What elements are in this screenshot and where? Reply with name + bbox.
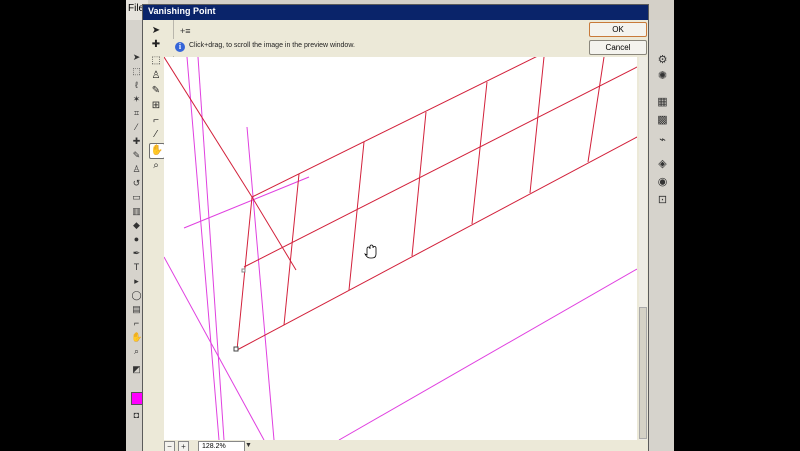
- grid-line: [587, 57, 605, 163]
- perspective-line: [164, 57, 253, 198]
- ok-button[interactable]: OK: [589, 22, 647, 37]
- zoom-icon[interactable]: ⌕: [149, 159, 163, 173]
- notes-icon[interactable]: ▤: [131, 304, 142, 315]
- zoom-icon[interactable]: ⌕: [131, 346, 142, 357]
- stamp-icon[interactable]: ♙: [131, 164, 142, 175]
- preview-canvas[interactable]: [164, 57, 637, 440]
- history-brush-icon[interactable]: ↺: [131, 178, 142, 189]
- plane-edge-node[interactable]: [241, 268, 246, 273]
- marquee-icon[interactable]: ⬚: [149, 54, 163, 68]
- hint-bar: i Click+drag, to scroll the image in the…: [173, 39, 643, 56]
- vertical-scrollbar[interactable]: [639, 57, 647, 440]
- guide-line: [338, 268, 637, 440]
- panel-dock: ⚙ ✺ ▦ ▩ ⌁ ◈ ◉ ⊡: [648, 20, 674, 451]
- plane-top-edge: [251, 57, 537, 198]
- navigator-icon[interactable]: ⚙: [656, 54, 669, 67]
- pen-icon[interactable]: ✒: [131, 248, 142, 259]
- grid-line: [348, 141, 365, 291]
- dodge-icon[interactable]: ●: [131, 234, 142, 245]
- marquee-icon[interactable]: ⬚: [131, 66, 142, 77]
- swap-colors-icon[interactable]: ◩: [131, 364, 142, 375]
- type-icon[interactable]: T: [131, 262, 142, 273]
- hand-icon[interactable]: ✋: [149, 143, 165, 159]
- scroll-thumb[interactable]: [639, 307, 647, 439]
- plane-grid: [164, 57, 637, 351]
- perspective-grid-drawing: [164, 57, 637, 440]
- guide-line: [246, 126, 275, 440]
- stamp-icon[interactable]: ♙: [149, 69, 163, 83]
- plane-left-edge: [236, 196, 253, 351]
- swatches-icon[interactable]: ▦: [656, 96, 669, 109]
- brush-icon[interactable]: ✎: [149, 84, 163, 98]
- zoom-bar: − + 128.2% ▼: [164, 441, 644, 451]
- history-icon[interactable]: ⌁: [656, 134, 669, 147]
- guide-line: [186, 57, 220, 440]
- slice-icon[interactable]: ⁄: [131, 122, 142, 133]
- shape-icon[interactable]: ◯: [131, 290, 142, 301]
- zoom-out-button[interactable]: −: [164, 441, 175, 451]
- eyedropper-icon[interactable]: ⌐: [131, 318, 142, 329]
- dialog-title-bar: Vanishing Point: [143, 5, 648, 20]
- plane-corner-node[interactable]: [233, 346, 239, 352]
- info-icon: i: [175, 42, 185, 52]
- cancel-button[interactable]: Cancel: [589, 40, 647, 55]
- info-icon[interactable]: ✺: [656, 70, 669, 83]
- chevron-down-icon[interactable]: ▼: [244, 441, 253, 450]
- photoshop-window: File ➤ ⬚ ℓ ✶ ⌗ ⁄ ✚ ✎ ♙ ↺ ▭ ▥ ◆ ● ✒ T ▸ ◯…: [126, 0, 674, 451]
- zoom-level-field[interactable]: 128.2%: [198, 441, 245, 451]
- guide-lines: [164, 57, 637, 440]
- eraser-icon[interactable]: ▭: [131, 192, 142, 203]
- lasso-icon[interactable]: ℓ: [131, 80, 142, 91]
- guide-line: [164, 256, 265, 440]
- grid-line: [471, 81, 488, 225]
- guide-line: [183, 176, 310, 229]
- hand-icon[interactable]: ✋: [131, 332, 142, 343]
- gradient-icon[interactable]: ▥: [131, 206, 142, 217]
- transform-icon[interactable]: ⊞: [149, 99, 163, 113]
- layers-icon[interactable]: ◉: [656, 176, 669, 189]
- blur-icon[interactable]: ◆: [131, 220, 142, 231]
- vanishing-point-dialog: Vanishing Point ➤ ✚ ⬚ ♙ ✎ ⊞ ⌐ ⁄ ✋ ⌕ +≡ i…: [142, 4, 649, 451]
- brush-icon[interactable]: ✎: [131, 150, 142, 161]
- zoom-in-button[interactable]: +: [178, 441, 189, 451]
- move-icon[interactable]: ➤: [131, 52, 142, 63]
- dialog-title: Vanishing Point: [148, 6, 216, 16]
- edit-plane-icon[interactable]: ➤: [149, 24, 163, 38]
- crop-icon[interactable]: ⌗: [131, 108, 142, 119]
- styles-icon[interactable]: ▩: [656, 114, 669, 127]
- guide-line: [197, 57, 225, 440]
- path-select-icon[interactable]: ▸: [131, 276, 142, 287]
- healing-icon[interactable]: ✚: [131, 136, 142, 147]
- quick-mask-icon[interactable]: ◘: [131, 410, 142, 421]
- grid-line: [283, 173, 300, 326]
- hint-text: Click+drag, to scroll the image in the p…: [189, 42, 355, 49]
- eyedropper-icon[interactable]: ⌐: [149, 114, 163, 128]
- create-plane-icon[interactable]: ✚: [149, 38, 163, 52]
- grid-size-control[interactable]: +≡: [180, 26, 191, 36]
- grid-line: [529, 57, 545, 194]
- measure-icon[interactable]: ⁄: [149, 128, 163, 142]
- hand-cursor-icon: [364, 244, 377, 259]
- channels-icon[interactable]: ⊡: [656, 194, 669, 207]
- grid-line: [411, 111, 427, 257]
- actions-icon[interactable]: ◈: [656, 158, 669, 171]
- magic-wand-icon[interactable]: ✶: [131, 94, 142, 105]
- plane-mid-line: [243, 66, 637, 268]
